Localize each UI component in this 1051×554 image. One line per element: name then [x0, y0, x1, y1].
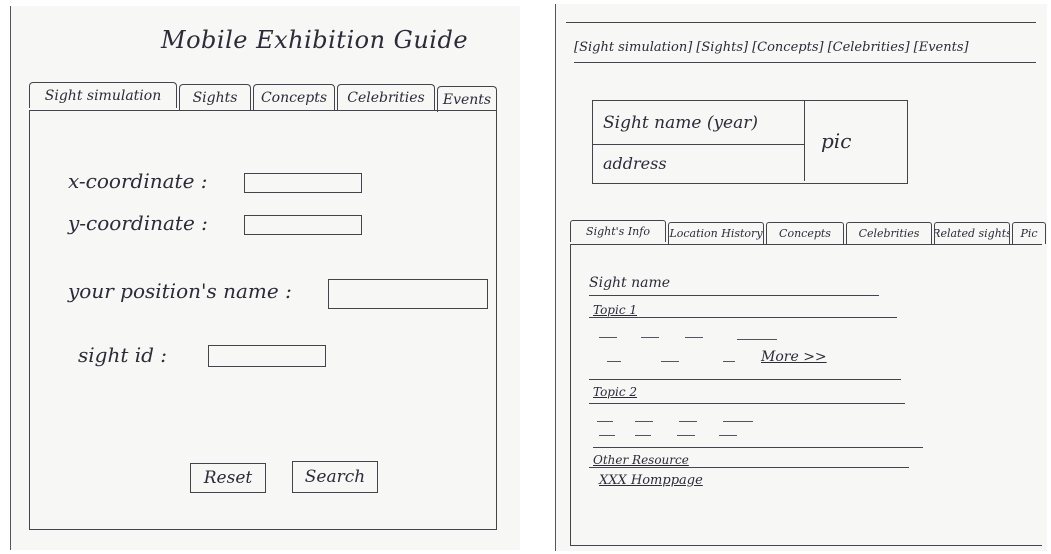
placeholder-text	[607, 361, 621, 362]
y-coordinate-label: y-coordinate :	[68, 211, 208, 235]
sight-id-label: sight id :	[78, 343, 168, 367]
topic2-link[interactable]: Topic 2	[593, 385, 637, 399]
nav-sight-simulation[interactable]: [Sight simulation]	[574, 40, 692, 55]
placeholder-text	[685, 337, 703, 338]
rule	[589, 467, 909, 468]
sketch-left-panel: Mobile Exhibition Guide Sight simulation…	[10, 6, 520, 550]
tab-pic[interactable]: Pic	[1012, 222, 1046, 244]
homepage-link[interactable]: XXX Homppage	[599, 473, 703, 488]
placeholder-text	[723, 421, 753, 422]
placeholder-text	[599, 435, 615, 436]
other-resource-heading: Other Resource	[593, 453, 689, 467]
position-name-label: your position's name :	[68, 279, 292, 303]
tab-related-sights[interactable]: Related sights	[934, 222, 1010, 244]
placeholder-text	[597, 421, 613, 422]
position-name-input[interactable]	[328, 279, 488, 309]
placeholder-text	[719, 435, 737, 436]
search-button[interactable]: Search	[292, 461, 378, 493]
nav-sights[interactable]: [Sights]	[696, 40, 748, 55]
sight-id-input[interactable]	[208, 345, 326, 367]
rule	[589, 317, 897, 318]
sight-header-box: Sight name (year) address pic	[592, 100, 908, 184]
placeholder-text	[599, 337, 617, 338]
sketch-right-panel: [Sight simulation] [Sights] [Concepts] […	[555, 4, 1047, 551]
nav-concepts[interactable]: [Concepts]	[752, 40, 823, 55]
placeholder-text	[723, 361, 735, 362]
reset-button[interactable]: Reset	[190, 463, 266, 493]
more-link[interactable]: More >>	[761, 349, 827, 365]
y-coordinate-input[interactable]	[244, 215, 362, 235]
x-coordinate-input[interactable]	[244, 173, 362, 193]
tab-sights-info[interactable]: Sight's Info	[570, 220, 666, 242]
placeholder-text	[635, 421, 653, 422]
rule	[589, 295, 879, 296]
nav-underline	[574, 62, 1036, 63]
top-rule	[566, 22, 1036, 23]
app-title: Mobile Exhibition Guide	[161, 26, 469, 54]
tab-events[interactable]: Events	[437, 86, 497, 112]
x-coordinate-label: x-coordinate :	[68, 169, 208, 193]
tab-content-area: x-coordinate : y-coordinate : your posit…	[29, 110, 497, 530]
nav-celebrities[interactable]: [Celebrities]	[828, 40, 910, 55]
tab-celebrities-detail[interactable]: Celebrities	[846, 222, 932, 244]
tab-concepts-detail[interactable]: Concepts	[766, 222, 844, 244]
placeholder-text	[635, 435, 651, 436]
sight-name-year: Sight name (year)	[593, 101, 805, 145]
placeholder-text	[679, 421, 697, 422]
tab-concepts[interactable]: Concepts	[253, 84, 335, 110]
placeholder-text	[661, 361, 679, 362]
placeholder-text	[641, 337, 659, 338]
rule	[589, 403, 905, 404]
placeholder-text	[737, 339, 777, 340]
sight-info-content: Sight name Topic 1 More >> Topic 2 Other…	[570, 244, 1042, 546]
nav-events[interactable]: [Events]	[914, 40, 969, 55]
sight-address: address	[593, 145, 805, 181]
tab-celebrities[interactable]: Celebrities	[337, 84, 435, 110]
bracket-nav: [Sight simulation] [Sights] [Concepts] […	[574, 40, 969, 55]
rule	[589, 379, 901, 380]
tab-sights[interactable]: Sights	[179, 84, 251, 110]
sight-pic-placeholder: pic	[821, 129, 852, 153]
placeholder-text	[677, 435, 695, 436]
rule	[593, 447, 923, 448]
sight-name-heading: Sight name	[589, 275, 671, 291]
tab-location-history[interactable]: Location History	[668, 222, 764, 244]
tab-sight-simulation[interactable]: Sight simulation	[29, 82, 177, 108]
topic1-link[interactable]: Topic 1	[593, 303, 637, 317]
